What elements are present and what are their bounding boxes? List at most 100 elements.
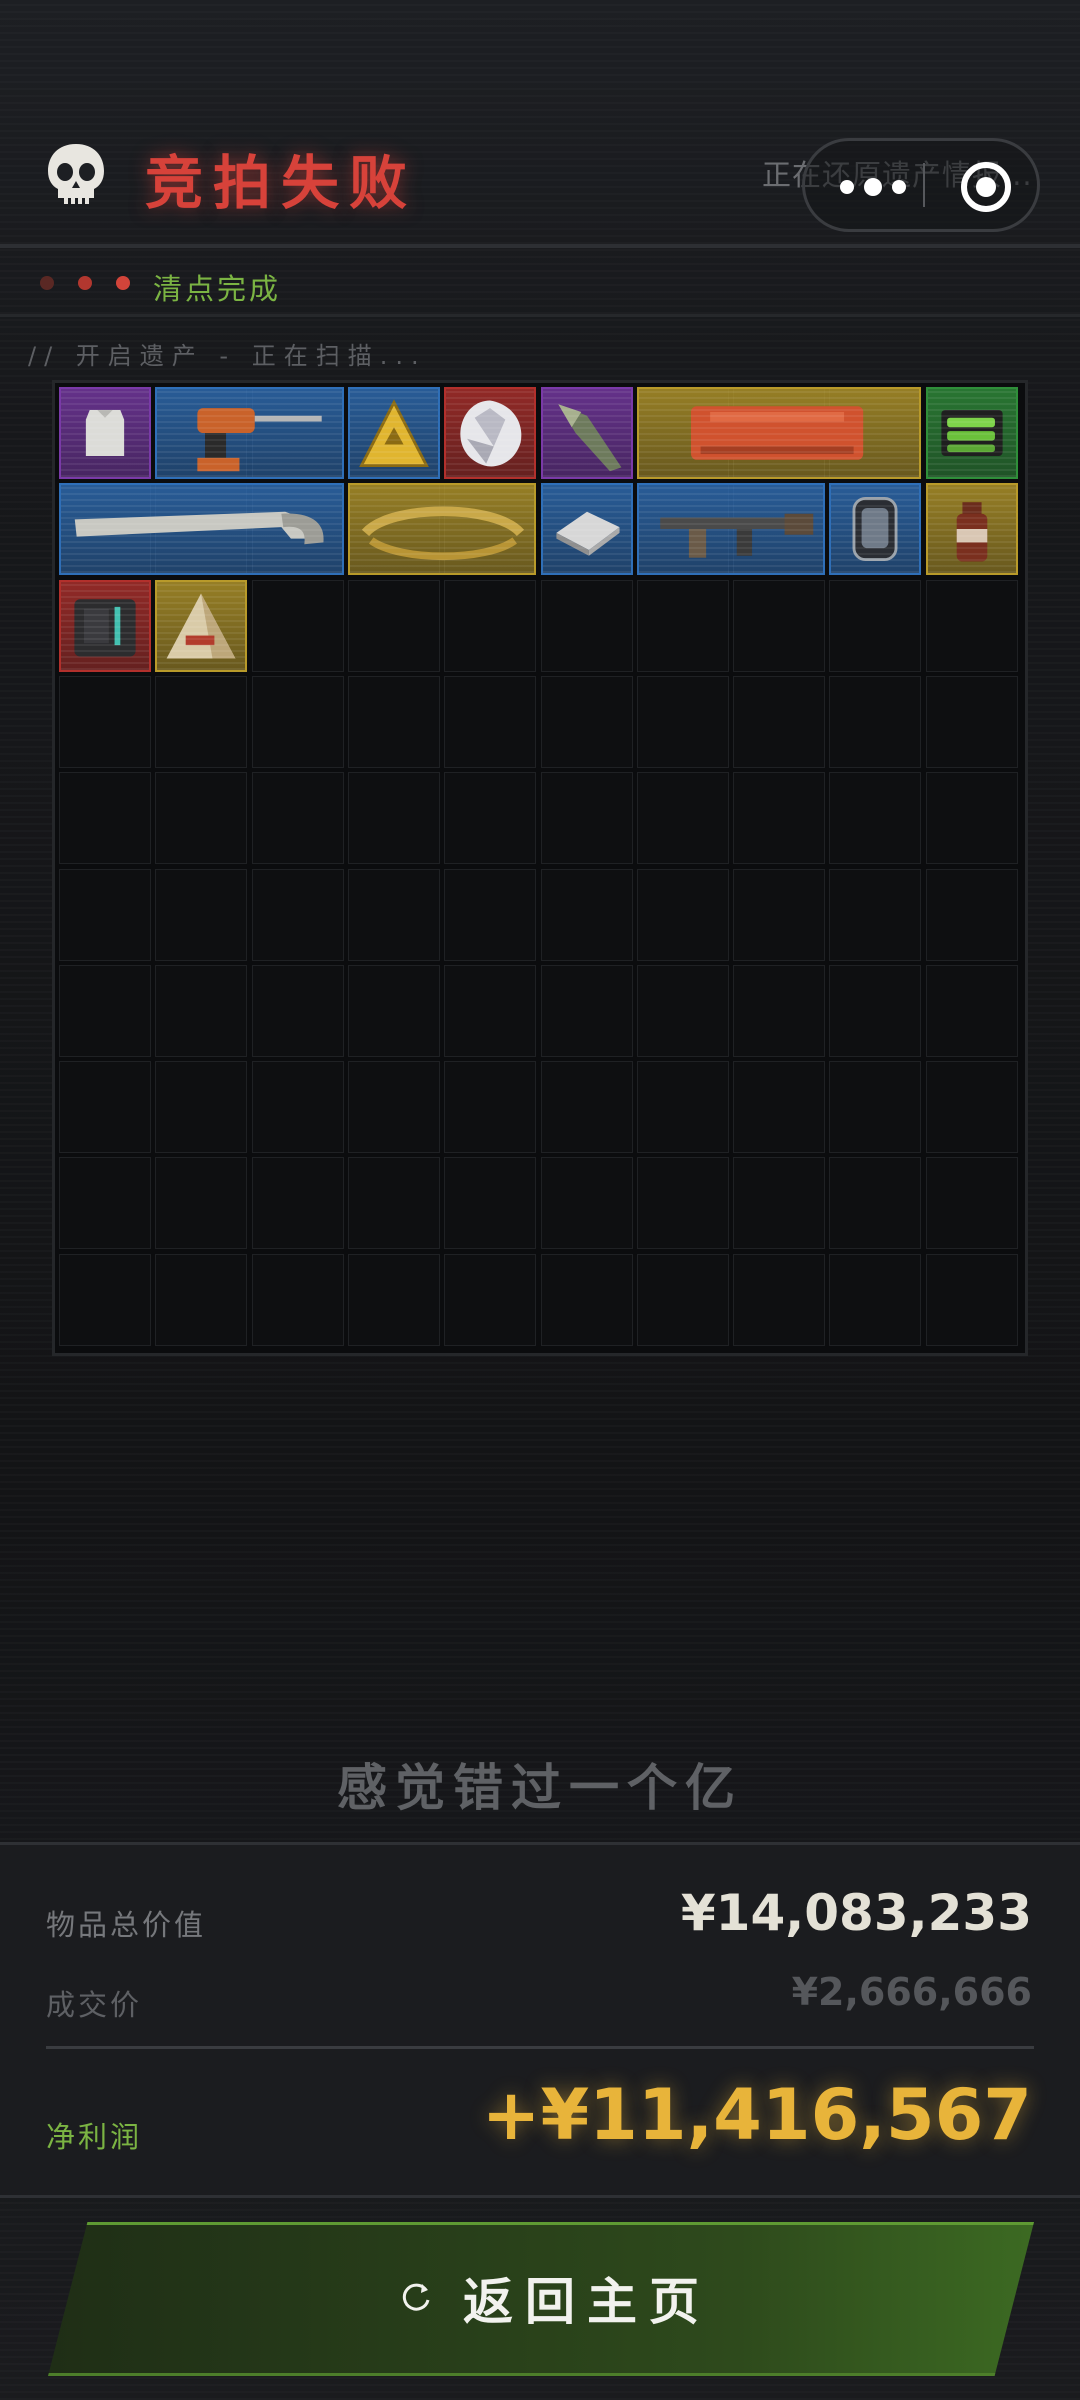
page-title: 竞拍失败 <box>145 149 418 217</box>
inventory-slot[interactable] <box>444 675 537 768</box>
inventory-slot[interactable] <box>59 868 151 961</box>
inventory-slot[interactable] <box>444 1157 537 1250</box>
inventory-slot[interactable] <box>925 772 1018 865</box>
inventory-slot[interactable] <box>829 1157 922 1250</box>
inventory-slot[interactable] <box>925 675 1018 768</box>
assault-rifle-item[interactable] <box>636 483 826 576</box>
return-home-button[interactable]: 返回主页 <box>48 2222 1034 2376</box>
inventory-slot[interactable] <box>251 964 344 1057</box>
inventory-slot[interactable] <box>251 1061 344 1154</box>
more-icon[interactable] <box>833 169 913 205</box>
inventory-slot[interactable] <box>59 1157 151 1250</box>
inventory-slot[interactable] <box>444 579 537 672</box>
battery-pack-icon <box>941 410 1003 456</box>
inventory-slot[interactable] <box>347 772 440 865</box>
inventory-slot[interactable] <box>155 1253 248 1346</box>
inventory-slot[interactable] <box>444 964 537 1057</box>
inventory-slot[interactable] <box>540 675 633 768</box>
inventory-slot[interactable] <box>155 1157 248 1250</box>
inventory-slot[interactable] <box>925 579 1018 672</box>
inventory-slot[interactable] <box>444 1253 537 1346</box>
inventory-slot[interactable] <box>925 1157 1018 1250</box>
inventory-slot[interactable] <box>636 964 729 1057</box>
inventory-slot[interactable] <box>636 1061 729 1154</box>
inventory-slot[interactable] <box>251 579 344 672</box>
inventory-slot[interactable] <box>59 772 151 865</box>
cpu-chip-item[interactable] <box>540 483 633 576</box>
inventory-slot[interactable] <box>444 868 537 961</box>
inventory-slot[interactable] <box>829 964 922 1057</box>
battery-pack-item[interactable] <box>925 387 1018 479</box>
inventory-slot[interactable] <box>829 772 922 865</box>
tech-device-item[interactable] <box>59 579 151 672</box>
inventory-slot[interactable] <box>540 772 633 865</box>
inventory-slot[interactable] <box>636 1253 729 1346</box>
inventory-slot[interactable] <box>733 1157 826 1250</box>
inventory-slot[interactable] <box>540 579 633 672</box>
inventory-slot[interactable] <box>59 675 151 768</box>
inventory-slot[interactable] <box>251 1253 344 1346</box>
deal-price-label: 成交价 <box>46 1988 143 2022</box>
triangle-sign-item[interactable] <box>347 387 440 479</box>
inventory-slot[interactable] <box>347 1061 440 1154</box>
inventory-slot[interactable] <box>59 964 151 1057</box>
inventory-slot[interactable] <box>829 579 922 672</box>
inventory-slot[interactable] <box>155 772 248 865</box>
inventory-slot[interactable] <box>925 1061 1018 1154</box>
drink-bottle-item[interactable] <box>925 483 1018 576</box>
inventory-slot[interactable] <box>155 675 248 768</box>
inventory-slot[interactable] <box>733 868 826 961</box>
inventory-slot[interactable] <box>347 675 440 768</box>
inventory-slot[interactable] <box>733 579 826 672</box>
inventory-slot[interactable] <box>925 1253 1018 1346</box>
inventory-slot[interactable] <box>444 1061 537 1154</box>
inventory-slot[interactable] <box>347 868 440 961</box>
inventory-slot[interactable] <box>925 868 1018 961</box>
inventory-slot[interactable] <box>829 675 922 768</box>
inventory-slot[interactable] <box>636 772 729 865</box>
inventory-slot[interactable] <box>59 1253 151 1346</box>
mini-program-capsule[interactable] <box>802 138 1040 232</box>
inventory-slot[interactable] <box>733 1061 826 1154</box>
inventory-slot[interactable] <box>155 868 248 961</box>
inventory-slot[interactable] <box>155 964 248 1057</box>
inventory-slot[interactable] <box>829 1253 922 1346</box>
close-target-icon[interactable] <box>960 161 1012 213</box>
inventory-slot[interactable] <box>251 675 344 768</box>
inventory-slot[interactable] <box>540 1061 633 1154</box>
orange-case-item[interactable] <box>636 387 922 479</box>
inventory-slot[interactable] <box>733 675 826 768</box>
inventory-slot[interactable] <box>347 964 440 1057</box>
inventory-slot[interactable] <box>347 1157 440 1250</box>
inventory-slot[interactable] <box>540 868 633 961</box>
inventory-slot[interactable] <box>733 964 826 1057</box>
inventory-slot[interactable] <box>733 772 826 865</box>
inventory-slot[interactable] <box>444 772 537 865</box>
smart-watch-item[interactable] <box>829 483 922 576</box>
inventory-slot[interactable] <box>251 772 344 865</box>
inventory-slot[interactable] <box>540 1253 633 1346</box>
ancient-spearhead-item[interactable] <box>540 387 633 479</box>
inventory-slot[interactable] <box>636 579 729 672</box>
power-drill-item[interactable] <box>155 387 344 479</box>
inventory-slot[interactable] <box>540 964 633 1057</box>
inventory-slot[interactable] <box>733 1253 826 1346</box>
inventory-slot[interactable] <box>636 675 729 768</box>
inventory-slot[interactable] <box>155 1061 248 1154</box>
inventory-slot[interactable] <box>59 1061 151 1154</box>
diamond-item[interactable] <box>444 387 537 479</box>
pyramid-box-item[interactable] <box>155 579 248 672</box>
inventory-slot[interactable] <box>540 1157 633 1250</box>
inventory-slot[interactable] <box>829 868 922 961</box>
inventory-slot[interactable] <box>636 868 729 961</box>
inventory-slot[interactable] <box>347 579 440 672</box>
inventory-slot[interactable] <box>347 1253 440 1346</box>
hand-saw-item[interactable] <box>59 483 344 576</box>
golden-laurel-wreath-item[interactable] <box>347 483 537 576</box>
inventory-slot[interactable] <box>925 964 1018 1057</box>
inventory-slot[interactable] <box>636 1157 729 1250</box>
inventory-slot[interactable] <box>251 868 344 961</box>
inventory-slot[interactable] <box>829 1061 922 1154</box>
body-armor-plate-item[interactable] <box>59 387 151 479</box>
inventory-slot[interactable] <box>251 1157 344 1250</box>
